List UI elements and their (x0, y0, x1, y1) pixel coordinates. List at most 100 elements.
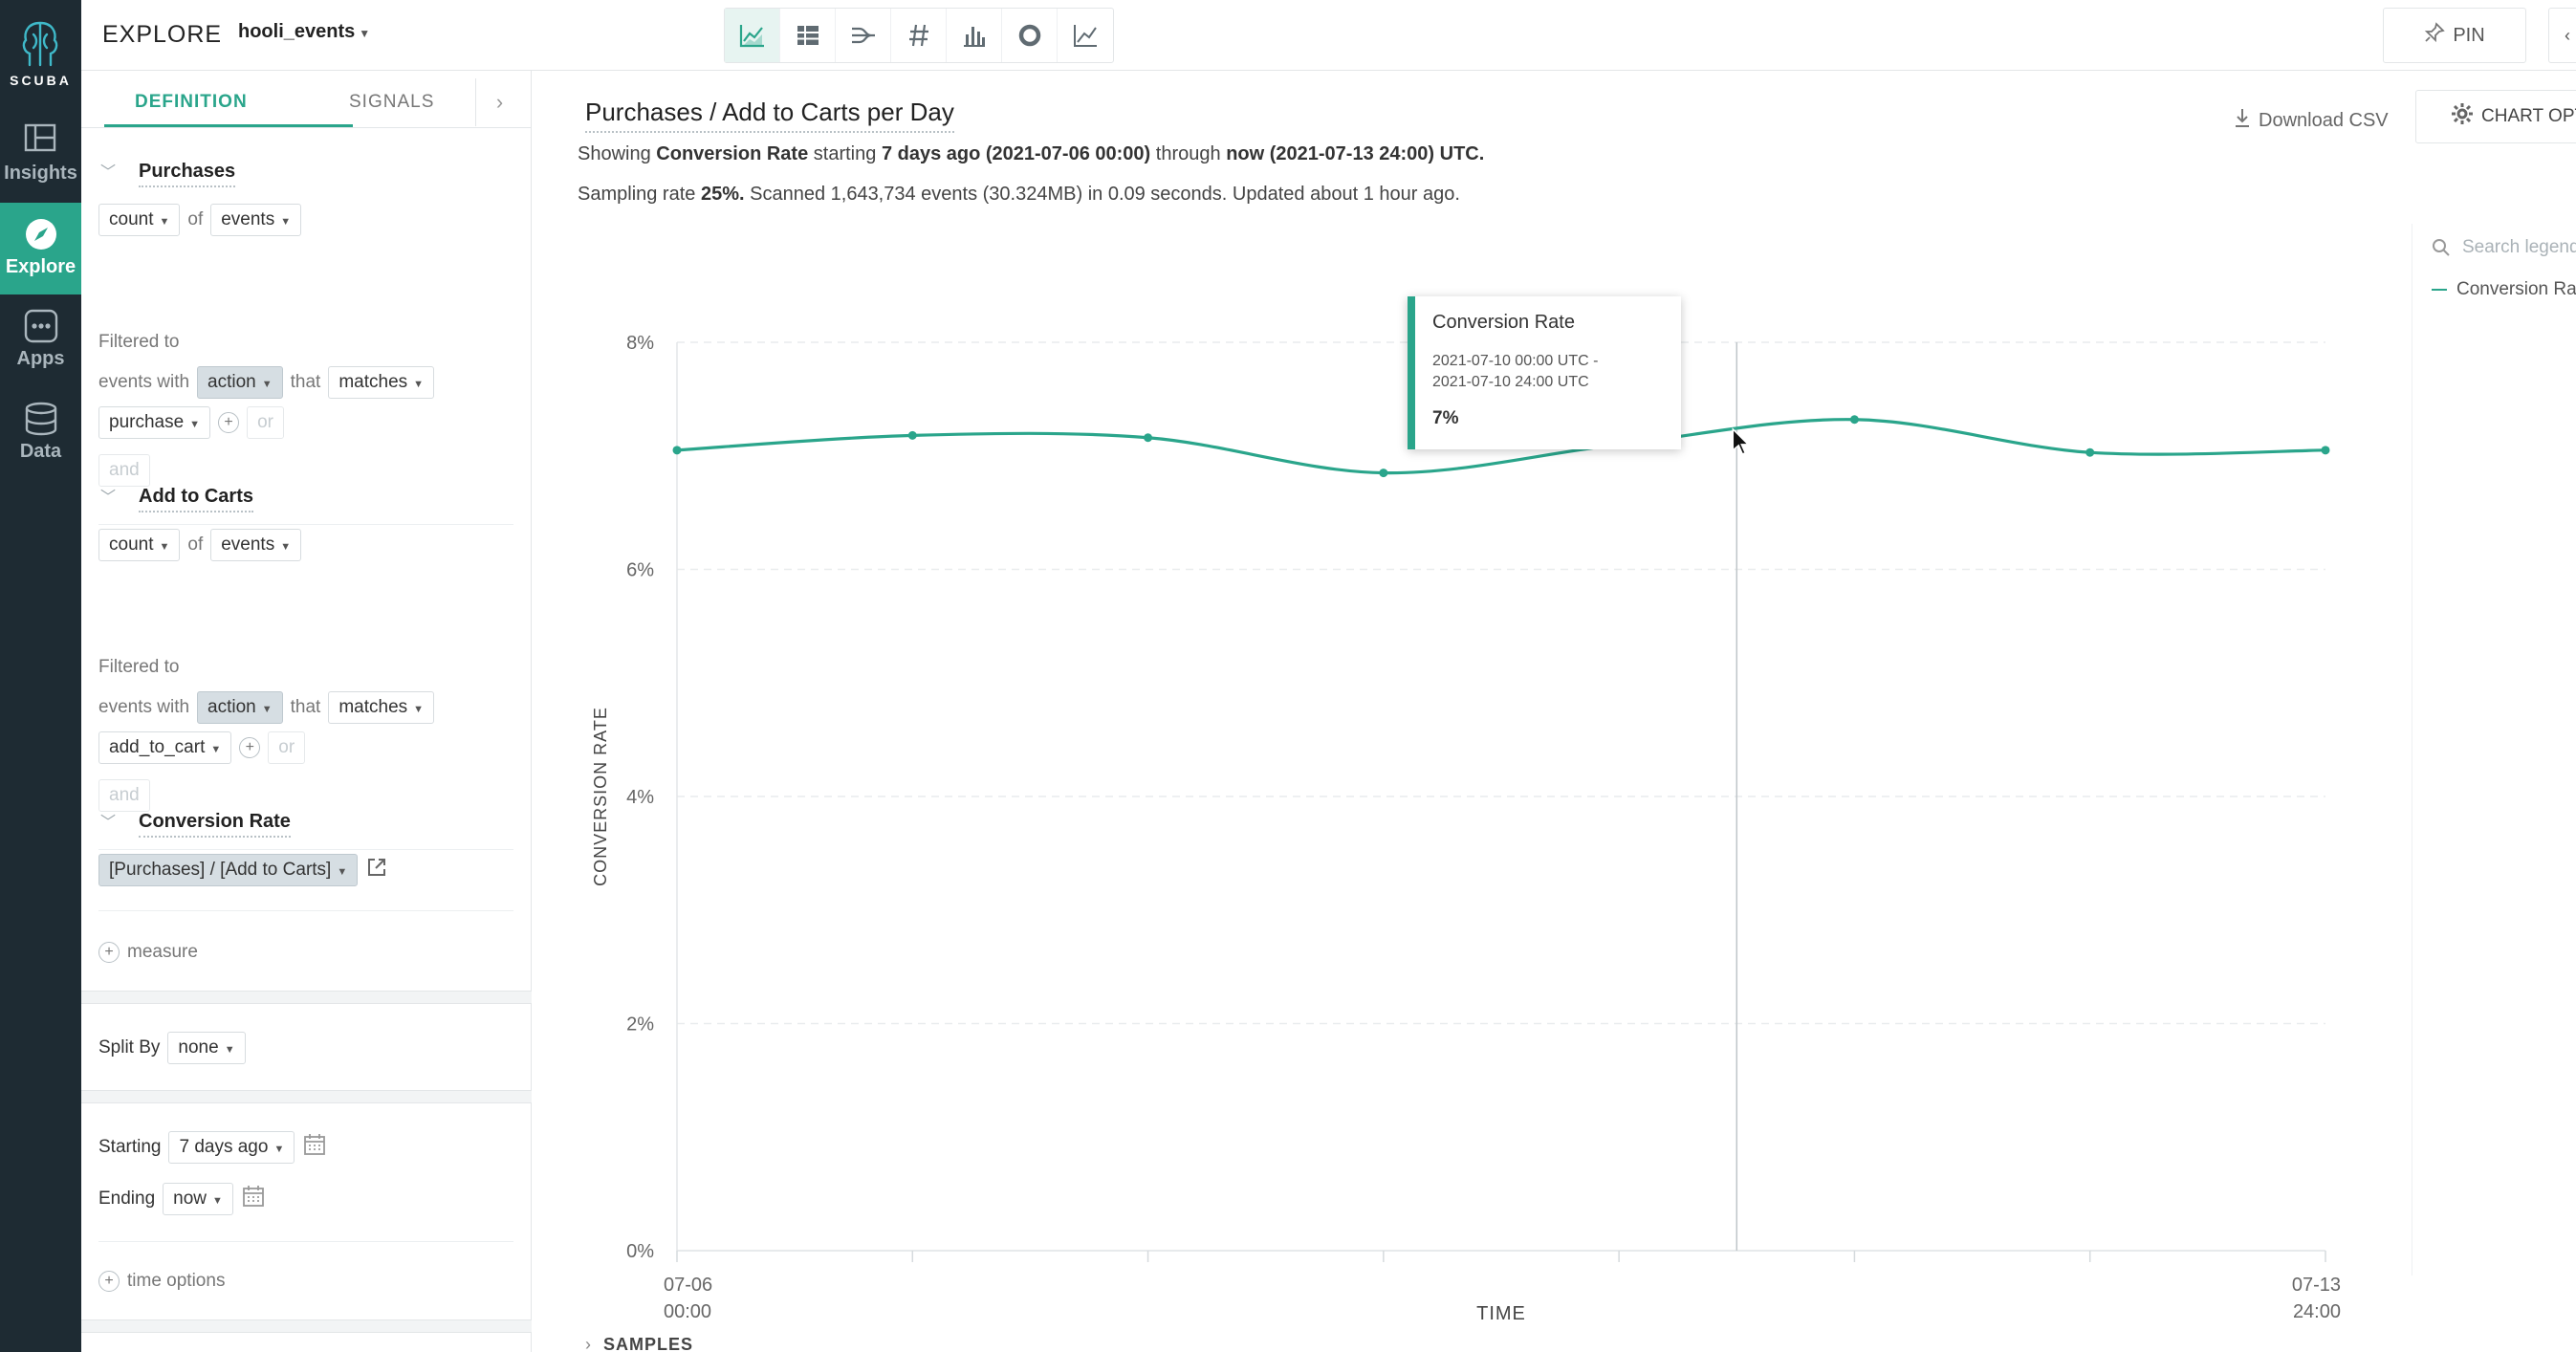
filter-value: purchase (109, 412, 185, 432)
y-axis-label: CONVERSION RATE (591, 707, 610, 886)
formula-row: [Purchases] / [Add to Carts] ▼ (98, 853, 388, 887)
target-value: events (221, 534, 275, 555)
filter-field-select[interactable]: action ▼ (197, 366, 283, 399)
query-summary: Showing Conversion Rate starting 7 days … (578, 143, 1484, 165)
plus-icon: + (98, 942, 120, 963)
dataset-selector[interactable]: hooli_events ▼ (238, 21, 370, 43)
of-label: of (187, 534, 204, 555)
chevron-right-icon: › (495, 90, 504, 114)
view-bar-chart[interactable] (947, 9, 1002, 62)
top-bar: EXPLORE hooli_events ▼ PIN ‹ (81, 0, 2576, 71)
chevron-down-icon: ▼ (224, 1044, 235, 1056)
view-line-chart[interactable] (725, 9, 780, 62)
chevron-down-icon: ▼ (261, 379, 273, 390)
that-label: that (290, 372, 321, 392)
filter-value-select[interactable]: add_to_cart ▼ (98, 731, 232, 764)
database-icon (25, 402, 57, 436)
of-label: of (187, 209, 204, 229)
chevron-down-icon: ﹀ (100, 164, 117, 181)
more-options-button[interactable]: ‹ (2548, 8, 2576, 63)
starting-label: Starting (98, 1137, 162, 1157)
section-separator (81, 1319, 532, 1333)
chevron-down-icon: ▼ (280, 216, 292, 228)
nav-item-data[interactable]: Data (0, 387, 81, 479)
chevron-down-icon: ▼ (359, 27, 371, 40)
plus-icon: + (98, 1271, 120, 1292)
download-csv-button[interactable]: Download CSV (2234, 107, 2389, 134)
y-tick-label: 0% (626, 1241, 654, 1262)
measure-header-purchases[interactable]: ﹀ Purchases (100, 159, 236, 187)
view-number[interactable] (891, 9, 947, 62)
section-divider (98, 1241, 513, 1242)
tab-signals[interactable]: SIGNALS (349, 92, 434, 113)
filter-operator-value: matches (338, 372, 408, 392)
view-donut[interactable] (1002, 9, 1058, 62)
filter-operator-select[interactable]: matches ▼ (328, 366, 435, 399)
time-options-button[interactable]: + time options (98, 1264, 225, 1298)
donut-icon (1018, 24, 1040, 47)
or-button[interactable]: or (247, 406, 284, 439)
chevron-down-icon: ▼ (212, 1195, 223, 1207)
nav-item-insights[interactable]: Insights (0, 109, 81, 201)
filter-operator-select[interactable]: matches ▼ (328, 691, 435, 724)
aggregation-select[interactable]: count ▼ (98, 529, 181, 561)
x-tick-label: 07-13 (2292, 1275, 2341, 1296)
calendar-icon[interactable] (302, 1132, 327, 1163)
dataset-name: hooli_events (238, 21, 356, 42)
add-value-icon[interactable]: + (239, 737, 261, 758)
nav-item-apps[interactable]: Apps (0, 294, 81, 386)
view-trend[interactable] (1058, 9, 1113, 62)
filter-value-select[interactable]: purchase ▼ (98, 406, 211, 439)
filtered-to-text: Filtered to (98, 332, 180, 352)
calendar-icon[interactable] (241, 1184, 266, 1214)
tab-definition[interactable]: DEFINITION (135, 92, 248, 113)
chart-options-button[interactable]: CHART OPTIONS (2415, 90, 2576, 143)
filter-field-select[interactable]: action ▼ (197, 691, 283, 724)
filtered-to-label: Filtered to (98, 650, 179, 685)
logo-text: SCUBA (10, 73, 72, 88)
formula-name: Conversion Rate (139, 811, 291, 838)
aggregation-select[interactable]: count ▼ (98, 204, 181, 236)
legend-entry[interactable]: Conversion Rate (2432, 279, 2576, 300)
and-button[interactable]: and (98, 779, 150, 812)
filter-row: events with action ▼ that matches ▼ (98, 690, 435, 725)
scuba-logo[interactable]: SCUBA (0, 13, 81, 90)
external-link-icon[interactable] (365, 856, 388, 884)
add-measure-button[interactable]: + measure (98, 935, 198, 970)
legend-search-input[interactable]: Search legend (2432, 237, 2576, 258)
tooltip-value: 7% (1432, 408, 1459, 428)
or-button[interactable]: or (268, 731, 306, 764)
view-flow[interactable] (836, 9, 891, 62)
tooltip-range-start: 2021-07-10 00:00 UTC - (1432, 353, 1599, 369)
section-divider (98, 849, 513, 850)
chevron-right-icon: › (585, 1335, 592, 1352)
collapse-sidebar-button[interactable]: › (475, 78, 523, 126)
nav-item-explore[interactable]: Explore (0, 203, 81, 294)
tabs-divider (81, 127, 532, 128)
measure-header-add-to-carts[interactable]: ﹀ Add to Carts (100, 484, 253, 512)
chart-title[interactable]: Purchases / Add to Carts per Day (585, 98, 954, 133)
line-chart-icon (739, 25, 764, 48)
data-point (1144, 433, 1153, 443)
add-value-icon[interactable]: + (218, 412, 240, 433)
ending-select[interactable]: now ▼ (163, 1183, 233, 1215)
chevron-down-icon: ▼ (413, 704, 425, 715)
ending-row: Ending now ▼ (98, 1182, 266, 1216)
y-tick-label: 2% (626, 1014, 654, 1036)
nav-label: Insights (4, 163, 77, 184)
tooltip-title: Conversion Rate (1432, 312, 1575, 333)
formula-select[interactable]: [Purchases] / [Add to Carts] ▼ (98, 854, 359, 886)
formula-header[interactable]: ﹀ Conversion Rate (100, 809, 291, 838)
showing-text: Showing (578, 143, 651, 164)
data-point (2085, 447, 2095, 457)
view-table[interactable] (780, 9, 836, 62)
and-button[interactable]: and (98, 454, 150, 487)
split-by-select[interactable]: none ▼ (167, 1032, 246, 1064)
chart-legend: Search legend Conversion Rate (2412, 224, 2576, 1276)
target-select[interactable]: events ▼ (210, 529, 302, 561)
split-by-value: none (178, 1037, 219, 1058)
target-select[interactable]: events ▼ (210, 204, 302, 236)
starting-select[interactable]: 7 days ago ▼ (168, 1131, 295, 1164)
pin-button[interactable]: PIN (2383, 8, 2526, 63)
samples-section-toggle[interactable]: › SAMPLES (585, 1335, 693, 1352)
